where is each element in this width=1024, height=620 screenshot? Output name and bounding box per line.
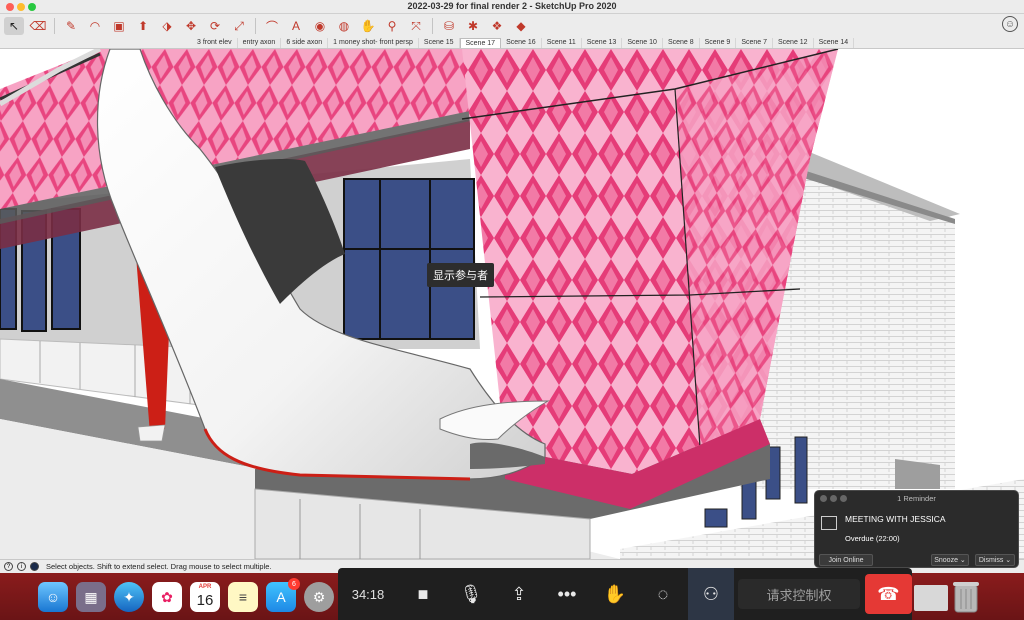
- zoom-extents-icon[interactable]: ⤧: [406, 17, 426, 35]
- ruby-icon[interactable]: ◆: [511, 17, 531, 35]
- scene-tab[interactable]: Scene 15: [419, 38, 460, 48]
- trash-icon[interactable]: [952, 579, 980, 613]
- raise-hand-icon[interactable]: ✋: [592, 568, 638, 620]
- more-options-icon[interactable]: •••: [544, 568, 590, 620]
- meeting-timer: 34:18: [351, 586, 385, 602]
- scene-tab[interactable]: Scene 9: [700, 38, 737, 48]
- status-message: Select objects. Shift to extend select. …: [46, 562, 272, 571]
- microphone-icon[interactable]: 🎙: [448, 568, 494, 620]
- geolocation-icon[interactable]: i: [17, 562, 26, 571]
- shape-tool-icon[interactable]: ▣: [109, 17, 129, 35]
- move-tool-icon[interactable]: ✥: [181, 17, 201, 35]
- snooze-button[interactable]: Snooze ⌄: [931, 554, 969, 566]
- system-preferences-icon[interactable]: ⚙: [304, 582, 334, 612]
- tape-measure-icon[interactable]: ⌒: [262, 17, 282, 35]
- select-tool-icon[interactable]: ↖: [4, 17, 24, 35]
- finder-icon[interactable]: ☺: [38, 582, 68, 612]
- scene-tab[interactable]: Scene 8: [663, 38, 700, 48]
- model-viewport[interactable]: 显示参与者: [0, 49, 1024, 559]
- scene-tab[interactable]: Scene 7: [736, 38, 773, 48]
- calendar-icon[interactable]: APR 16: [190, 582, 220, 612]
- scene-tab[interactable]: Scene 16: [501, 38, 542, 48]
- scene-tab[interactable]: 1 money shot- front persp: [328, 38, 419, 48]
- scene-tab[interactable]: Scene 10: [622, 38, 663, 48]
- reminder-status: Overdue (22:00): [845, 534, 900, 543]
- window-thumbnail[interactable]: [914, 585, 948, 611]
- scene-tab[interactable]: 3 front elev: [192, 38, 238, 48]
- phone-hangup-icon: ☎: [877, 583, 900, 604]
- calendar-event-icon: [821, 516, 837, 530]
- toolbar-separator: [432, 18, 433, 34]
- credits-icon[interactable]: [30, 562, 39, 571]
- line-tool-icon[interactable]: ✎: [61, 17, 81, 35]
- main-toolbar: ↖ ⌫ ✎ ◠ ▣ ⬆ ⬗ ✥ ⟳ ⤢ ⌒ A ◉ ◍ ✋ ⚲ ⤧ ⛁ ✱ ❖ ◆: [0, 14, 1024, 38]
- pan-tool-icon[interactable]: ✋: [358, 17, 378, 35]
- toolbar-separator: [54, 18, 55, 34]
- participants-tooltip: 显示参与者: [427, 263, 494, 287]
- eraser-tool-icon[interactable]: ⌫: [28, 17, 48, 35]
- reminder-header: 1 Reminder: [897, 494, 936, 503]
- window-title: 2022-03-29 for final render 2 - SketchUp…: [407, 1, 617, 11]
- text-tool-icon[interactable]: A: [286, 17, 306, 35]
- scene-tab[interactable]: Scene 14: [814, 38, 855, 48]
- scene-tab[interactable]: Scene 12: [773, 38, 814, 48]
- zoom-tool-icon[interactable]: ⚲: [382, 17, 402, 35]
- scene-tabs-bar: 3 front elev entry axon 6 side axon 1 money…: [0, 38, 1024, 49]
- push-pull-tool-icon[interactable]: ⬆: [133, 17, 153, 35]
- window-titlebar: 2022-03-29 for final render 2 - SketchUp…: [0, 0, 1024, 14]
- share-screen-icon[interactable]: ⇪: [496, 568, 542, 620]
- app-store-badge: 6: [288, 578, 300, 590]
- scene-tab[interactable]: Scene 17: [459, 38, 502, 48]
- extension-warehouse-icon[interactable]: ✱: [463, 17, 483, 35]
- orbit-tool-icon[interactable]: ◍: [334, 17, 354, 35]
- paint-bucket-icon[interactable]: ◉: [310, 17, 330, 35]
- notes-icon[interactable]: ≡: [228, 582, 258, 612]
- account-icon[interactable]: ☺: [1002, 16, 1018, 32]
- app-store-icon[interactable]: A 6: [266, 578, 300, 612]
- hang-up-button[interactable]: ☎: [865, 574, 912, 614]
- warehouse-icon[interactable]: ⛁: [439, 17, 459, 35]
- reminder-title: MEETING WITH JESSICA: [845, 514, 946, 524]
- layout-icon[interactable]: ❖: [487, 17, 507, 35]
- chat-icon[interactable]: ◌: [640, 568, 686, 620]
- scene-tab[interactable]: 6 side axon: [281, 38, 329, 48]
- launchpad-icon[interactable]: ▦: [76, 582, 106, 612]
- safari-icon[interactable]: ✦: [114, 582, 144, 612]
- scene-tab[interactable]: Scene 11: [542, 38, 582, 48]
- scale-tool-icon[interactable]: ⤢: [229, 17, 249, 35]
- request-control-button[interactable]: 请求控制权: [738, 579, 860, 609]
- info-icon[interactable]: ?: [4, 562, 13, 571]
- arc-tool-icon[interactable]: ◠: [85, 17, 105, 35]
- model-scene: [0, 49, 1024, 559]
- follow-me-tool-icon[interactable]: ⬗: [157, 17, 177, 35]
- camera-icon[interactable]: ■: [400, 568, 446, 620]
- reminder-window: 1 Reminder MEETING WITH JESSICA Overdue …: [814, 490, 1019, 568]
- scene-tab[interactable]: Scene 13: [582, 38, 623, 48]
- dismiss-button[interactable]: Dismiss ⌄: [975, 554, 1015, 566]
- join-online-button[interactable]: Join Online: [819, 554, 873, 566]
- photos-icon[interactable]: ✿: [152, 582, 182, 612]
- meeting-control-bar: 34:18 ■ 🎙 ⇪ ••• ✋ ◌ ⚇ 请求控制权 ☎: [338, 568, 912, 620]
- participants-icon[interactable]: ⚇: [688, 568, 734, 620]
- rotate-tool-icon[interactable]: ⟳: [205, 17, 225, 35]
- toolbar-separator: [255, 18, 256, 34]
- scene-tab[interactable]: entry axon: [238, 38, 282, 48]
